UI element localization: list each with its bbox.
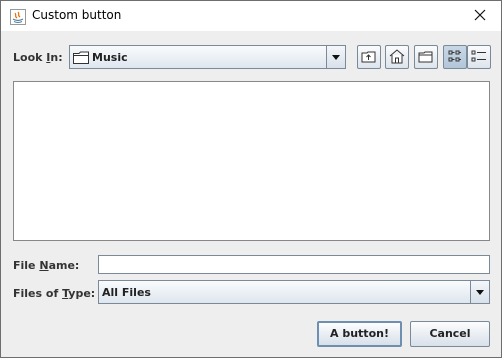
new-folder-button[interactable] — [414, 45, 438, 69]
java-app-icon — [10, 9, 26, 25]
files-of-type-value: All Files — [102, 286, 151, 299]
list-view-button[interactable] — [443, 45, 467, 69]
look-in-combo[interactable]: Music — [69, 45, 346, 69]
home-icon — [389, 49, 405, 64]
folder-icon — [73, 51, 89, 64]
custom-approve-button[interactable]: A button! — [317, 321, 402, 347]
up-one-level-button[interactable] — [357, 45, 381, 69]
close-icon[interactable] — [470, 5, 490, 25]
files-of-type-label: Files of Type: — [13, 287, 96, 300]
list-view-icon — [448, 50, 461, 62]
details-view-button[interactable] — [467, 45, 491, 69]
file-name-input[interactable] — [98, 255, 490, 274]
cancel-button[interactable]: Cancel — [410, 321, 490, 347]
file-list-pane[interactable] — [13, 81, 490, 241]
up-one-level-icon — [361, 51, 376, 63]
file-chooser-window: Custom button Look In: Music File Name: … — [0, 0, 502, 358]
new-folder-icon — [418, 51, 433, 63]
files-of-type-dropdown-button[interactable] — [470, 281, 489, 303]
look-in-label: Look In: — [13, 51, 63, 64]
look-in-dropdown-button[interactable] — [326, 46, 345, 68]
home-button[interactable] — [385, 45, 409, 69]
file-name-label: File Name: — [13, 259, 80, 272]
files-of-type-combo[interactable]: All Files — [98, 280, 490, 304]
window-title: Custom button — [32, 8, 122, 22]
look-in-value: Music — [92, 51, 128, 64]
details-view-icon — [471, 50, 486, 62]
title-bar: Custom button — [1, 1, 501, 31]
